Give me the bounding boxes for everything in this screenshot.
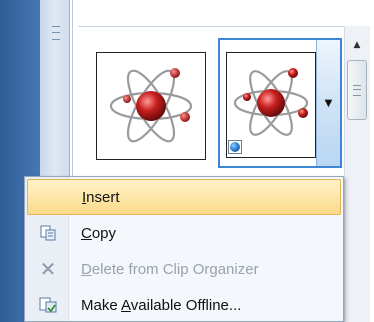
menu-item-delete-from-clip-organizer[interactable]: ✕ Delete from Clip Organizer: [27, 251, 341, 287]
atom-clipart-icon: [109, 68, 193, 143]
menu-item-label: Delete from Clip Organizer: [81, 260, 259, 278]
menu-item-label: Insert: [82, 188, 120, 206]
scroll-thumb[interactable]: [347, 60, 367, 120]
copy-icon: [27, 215, 69, 251]
menu-item-insert[interactable]: Insert: [27, 179, 341, 215]
caret-down-icon: ▼: [324, 97, 333, 109]
menu-item-label: Make Available Offline...: [81, 296, 242, 314]
grip-icon[interactable]: [52, 26, 60, 40]
clip-thumbnail-1[interactable]: [96, 52, 206, 160]
blank-icon: [28, 179, 70, 215]
context-menu: Insert Copy ✕ Delete from Clip Organizer…: [24, 176, 344, 322]
delete-x-icon: ✕: [39, 257, 57, 281]
clip-dropdown-button[interactable]: ▼: [316, 40, 340, 166]
menu-item-make-available-offline[interactable]: Make Available Offline...: [27, 287, 341, 322]
globe-icon: [228, 140, 242, 154]
scroll-up-arrow-icon[interactable]: ▲: [349, 38, 365, 52]
menu-item-copy[interactable]: Copy: [27, 215, 341, 251]
menu-item-label: Copy: [81, 224, 117, 242]
offline-icon: [27, 287, 69, 322]
